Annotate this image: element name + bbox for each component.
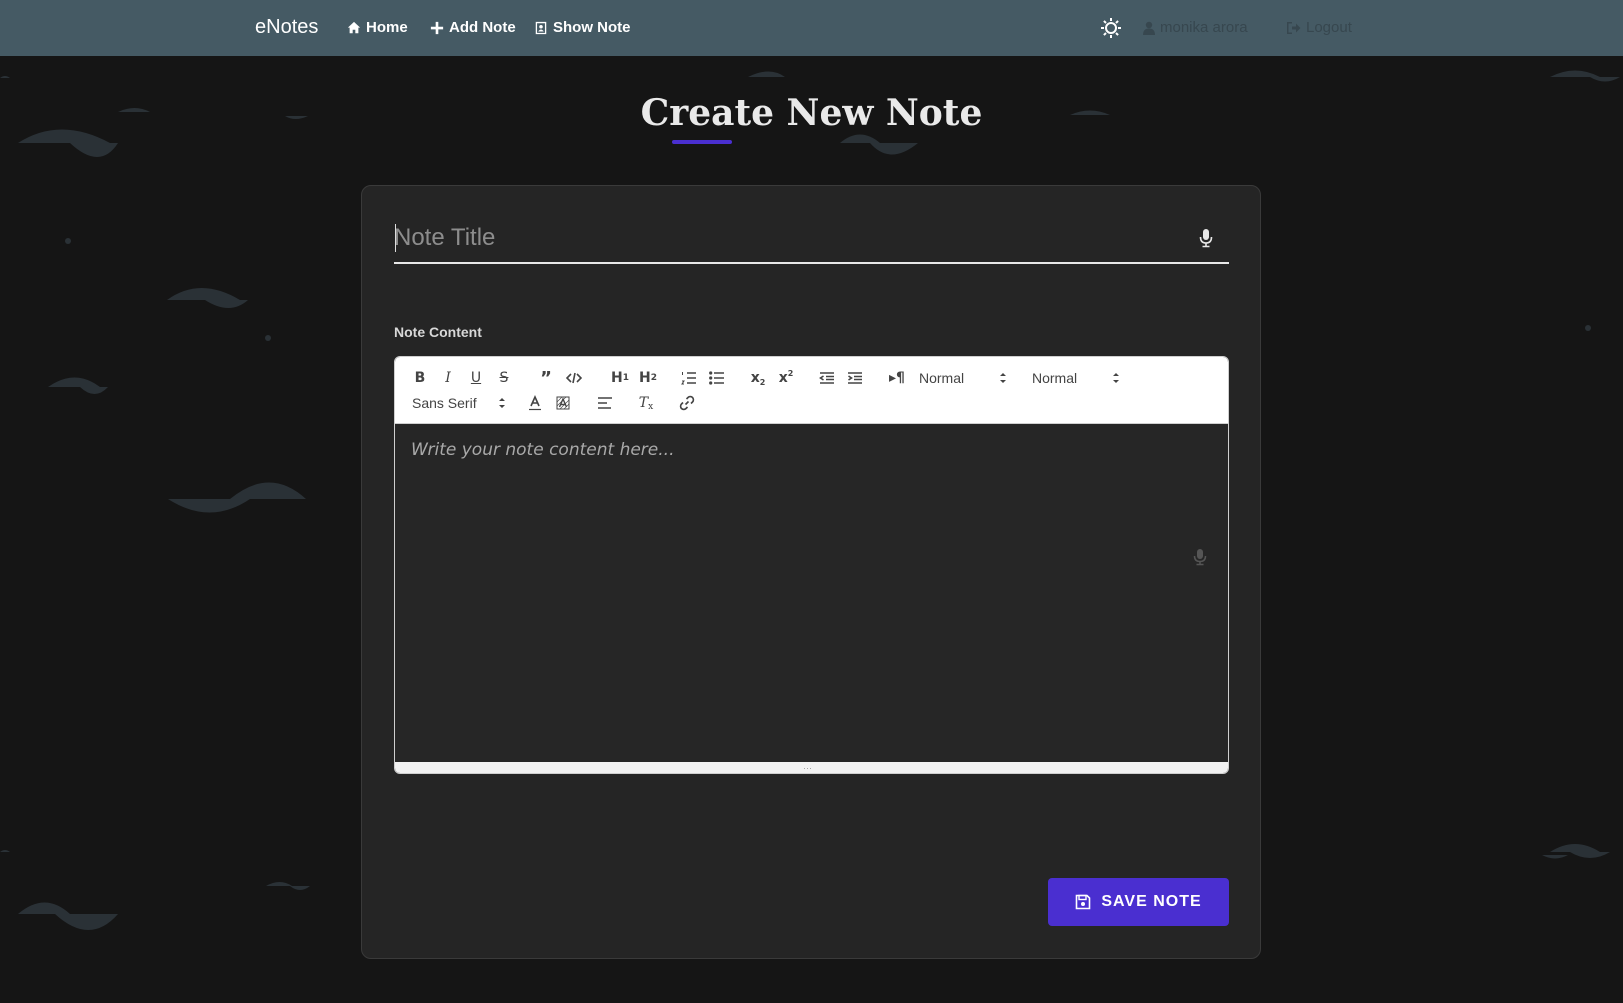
create-note-card: Note Content B I U S ” H1 H2 x2 x2	[361, 185, 1261, 959]
text-caret	[395, 224, 396, 252]
blockquote-button[interactable]: ”	[534, 367, 558, 389]
microphone-icon[interactable]	[1192, 548, 1208, 566]
text-color-button[interactable]	[523, 392, 547, 414]
ordered-list-icon	[681, 372, 696, 385]
font-select[interactable]: Sans Serif	[412, 392, 506, 414]
address-book-icon	[535, 21, 547, 34]
header-select[interactable]: Normal	[1032, 367, 1120, 389]
clean-format-button[interactable]: Tx	[634, 392, 658, 414]
nav-show-note-label: Show Note	[553, 19, 631, 36]
nav-home-label: Home	[366, 19, 408, 36]
editor-content-area[interactable]: Write your note content here...	[395, 424, 1228, 764]
bold-button[interactable]: B	[408, 367, 432, 389]
note-content-label: Note Content	[394, 324, 482, 340]
editor-resize-handle[interactable]: ···	[395, 762, 1228, 773]
brand-logo[interactable]: eNotes	[255, 16, 318, 39]
header-1-button[interactable]: H1	[608, 367, 632, 389]
code-icon	[566, 372, 582, 384]
user-icon	[1143, 21, 1155, 35]
editor-placeholder: Write your note content here...	[411, 440, 675, 460]
logout-link[interactable]: Logout	[1286, 19, 1352, 36]
user-profile-link[interactable]: monika arora	[1143, 19, 1248, 36]
superscript-button[interactable]: x2	[774, 367, 798, 389]
title-underline	[672, 140, 732, 144]
underline-button[interactable]: U	[464, 367, 488, 389]
user-name-label: monika arora	[1160, 19, 1248, 36]
select-arrows-icon	[1113, 373, 1119, 383]
nav-home-link[interactable]: Home	[347, 19, 408, 36]
nav-show-note-link[interactable]: Show Note	[534, 19, 631, 36]
outdent-button[interactable]	[815, 367, 839, 389]
subscript-button[interactable]: x2	[746, 367, 770, 389]
page-title: Create New Note	[640, 92, 983, 134]
rich-text-editor: B I U S ” H1 H2 x2 x2 ▸¶ Normal Normal S…	[394, 356, 1229, 774]
text-color-icon	[529, 395, 541, 411]
link-button[interactable]	[675, 392, 699, 414]
sun-icon[interactable]	[1100, 17, 1122, 39]
top-navbar: eNotes Home Add Note Show Note monika ar…	[0, 0, 1623, 56]
editor-toolbar: B I U S ” H1 H2 x2 x2 ▸¶ Normal Normal S…	[395, 357, 1228, 424]
sign-out-icon	[1287, 21, 1301, 34]
save-note-button[interactable]: SAVE NOTE	[1048, 878, 1229, 926]
background-color-button[interactable]	[551, 392, 575, 414]
select-arrows-icon	[499, 398, 505, 408]
text-direction-button[interactable]: ▸¶	[885, 367, 909, 389]
header-select-value: Normal	[1032, 370, 1078, 386]
code-block-button[interactable]	[562, 367, 586, 389]
logout-label: Logout	[1306, 19, 1352, 36]
header-2-button[interactable]: H2	[636, 367, 660, 389]
link-icon	[679, 395, 695, 411]
bullet-list-button[interactable]	[705, 367, 729, 389]
indent-icon	[848, 372, 862, 384]
indent-button[interactable]	[843, 367, 867, 389]
size-select-value: Normal	[919, 370, 965, 386]
home-icon	[347, 21, 361, 33]
plus-icon	[430, 21, 444, 34]
bullet-list-icon	[709, 371, 724, 385]
outdent-icon	[819, 372, 834, 384]
align-button[interactable]	[593, 392, 617, 414]
align-left-icon	[598, 397, 612, 409]
note-title-field	[394, 216, 1229, 264]
italic-button[interactable]: I	[436, 367, 460, 389]
ordered-list-button[interactable]	[677, 367, 701, 389]
floppy-disk-icon	[1076, 894, 1091, 910]
background-color-icon	[556, 396, 570, 410]
resize-grip-icon: ···	[803, 763, 812, 773]
nav-add-note-link[interactable]: Add Note	[430, 19, 516, 36]
strike-button[interactable]: S	[492, 367, 516, 389]
note-title-input[interactable]	[394, 216, 1184, 260]
save-note-label: SAVE NOTE	[1101, 893, 1202, 910]
size-select[interactable]: Normal	[919, 367, 1007, 389]
select-arrows-icon	[1000, 373, 1006, 383]
microphone-icon[interactable]	[1197, 228, 1215, 248]
nav-add-note-label: Add Note	[449, 19, 516, 36]
font-select-value: Sans Serif	[412, 395, 477, 411]
